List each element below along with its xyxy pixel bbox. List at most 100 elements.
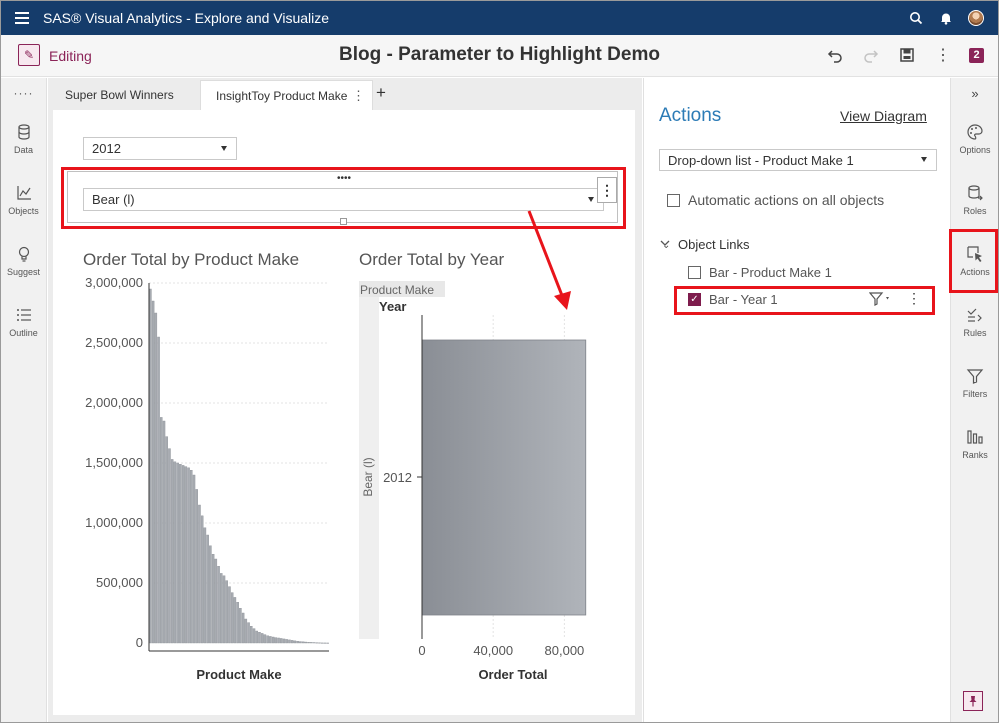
bar[interactable] <box>179 463 182 644</box>
bar[interactable] <box>222 575 226 644</box>
bar[interactable] <box>239 608 242 644</box>
bar[interactable] <box>151 300 155 644</box>
bar[interactable] <box>285 639 288 644</box>
bar[interactable] <box>252 628 256 644</box>
bar[interactable] <box>266 635 269 644</box>
bar[interactable] <box>217 566 220 644</box>
bar[interactable] <box>258 632 261 644</box>
rail-data[interactable]: Data <box>1 108 46 169</box>
bar[interactable] <box>315 642 318 644</box>
undo-icon[interactable] <box>825 43 845 67</box>
bar[interactable] <box>260 633 264 644</box>
bar[interactable] <box>170 459 174 644</box>
bar[interactable] <box>288 639 291 644</box>
save-icon[interactable] <box>897 43 917 67</box>
bar[interactable] <box>149 288 152 644</box>
bar[interactable] <box>310 642 313 644</box>
bar[interactable] <box>233 597 237 644</box>
year-dropdown[interactable]: 2012 <box>83 137 237 160</box>
bar[interactable] <box>299 641 302 644</box>
rail-options[interactable]: Options <box>951 108 998 169</box>
bar[interactable] <box>244 618 248 644</box>
bar[interactable] <box>250 626 253 644</box>
bar[interactable] <box>236 602 239 644</box>
action-source-dropdown[interactable]: Drop-down list - Product Make 1 <box>659 149 937 171</box>
bar[interactable] <box>162 420 166 644</box>
bar[interactable] <box>301 641 305 644</box>
bar[interactable] <box>190 469 193 644</box>
bar[interactable] <box>296 641 299 644</box>
bar[interactable] <box>255 630 258 644</box>
bar[interactable] <box>206 534 209 644</box>
bar[interactable] <box>230 592 234 644</box>
search-icon[interactable] <box>908 10 924 26</box>
bar[interactable] <box>247 622 250 644</box>
bar[interactable] <box>209 545 212 644</box>
bar[interactable] <box>173 461 177 644</box>
more-options-icon[interactable]: ⋮ <box>933 43 953 67</box>
bar[interactable] <box>228 586 231 644</box>
bar[interactable] <box>282 638 286 644</box>
bar[interactable] <box>200 515 204 644</box>
bar-2012[interactable] <box>421 339 587 616</box>
bar[interactable] <box>195 489 198 644</box>
link-checkbox-product-make[interactable] <box>688 266 701 279</box>
bar[interactable] <box>320 642 324 644</box>
bar[interactable] <box>318 642 321 644</box>
bar[interactable] <box>326 642 329 644</box>
bar[interactable] <box>176 462 179 644</box>
bar[interactable] <box>274 637 278 644</box>
rail-suggest[interactable]: Suggest <box>1 230 46 291</box>
bar[interactable] <box>154 312 158 644</box>
bar[interactable] <box>312 642 316 644</box>
bar[interactable] <box>198 504 201 644</box>
bar[interactable] <box>192 474 196 644</box>
bar[interactable] <box>280 638 283 644</box>
expand-pane-icon[interactable]: » <box>951 78 998 108</box>
tab-insighttoy-product-make[interactable]: InsightToy Product Make ⋮ <box>200 80 373 110</box>
menu-icon[interactable] <box>1 1 43 35</box>
bar[interactable] <box>225 580 228 644</box>
bar[interactable] <box>307 642 310 644</box>
bar[interactable] <box>269 636 272 644</box>
automatic-actions-checkbox[interactable] <box>667 194 680 207</box>
tab-menu-icon[interactable]: ⋮ <box>352 88 365 104</box>
bar[interactable] <box>323 642 327 644</box>
bar[interactable] <box>214 558 218 644</box>
rail-outline[interactable]: Outline <box>1 291 46 352</box>
bar[interactable] <box>211 554 215 644</box>
rail-roles[interactable]: Roles <box>951 169 998 230</box>
bar[interactable] <box>290 640 294 644</box>
collapse-chevron-icon[interactable] <box>660 238 670 248</box>
add-page-icon[interactable]: + <box>376 83 386 103</box>
user-avatar[interactable] <box>968 10 984 26</box>
rail-more-icon[interactable]: ···· <box>1 78 46 108</box>
redo-icon[interactable] <box>861 43 881 67</box>
rail-filters[interactable]: Filters <box>951 352 998 413</box>
bar[interactable] <box>293 640 297 644</box>
bar[interactable] <box>181 465 185 644</box>
bar[interactable] <box>168 448 171 644</box>
bar[interactable] <box>263 634 267 644</box>
notification-badge[interactable]: 2 <box>969 47 984 63</box>
rail-objects[interactable]: Objects <box>1 169 46 230</box>
view-diagram-link[interactable]: View Diagram <box>840 108 927 124</box>
bar[interactable] <box>220 573 223 644</box>
bar[interactable] <box>241 612 245 644</box>
bar[interactable] <box>157 336 160 644</box>
bar-chart-year[interactable]: Product Make Year Bear (l) 2012 0 40,000 8… <box>357 277 617 692</box>
rail-rules[interactable]: Rules <box>951 291 998 352</box>
tab-super-bowl-winners[interactable]: Super Bowl Winners <box>50 80 200 110</box>
bar[interactable] <box>160 417 163 644</box>
rail-ranks[interactable]: Ranks <box>951 413 998 474</box>
bar-chart-product-make[interactable]: 0 500,000 1,000,000 1,500,000 2,000,000 2,500… <box>67 271 347 691</box>
pin-icon[interactable] <box>963 691 983 711</box>
bar[interactable] <box>184 466 188 644</box>
bell-icon[interactable] <box>938 10 954 26</box>
bar[interactable] <box>304 641 308 644</box>
bar[interactable] <box>277 637 280 644</box>
bar[interactable] <box>271 636 275 644</box>
bar[interactable] <box>203 527 207 644</box>
bar[interactable] <box>187 467 190 644</box>
bar[interactable] <box>165 436 168 644</box>
